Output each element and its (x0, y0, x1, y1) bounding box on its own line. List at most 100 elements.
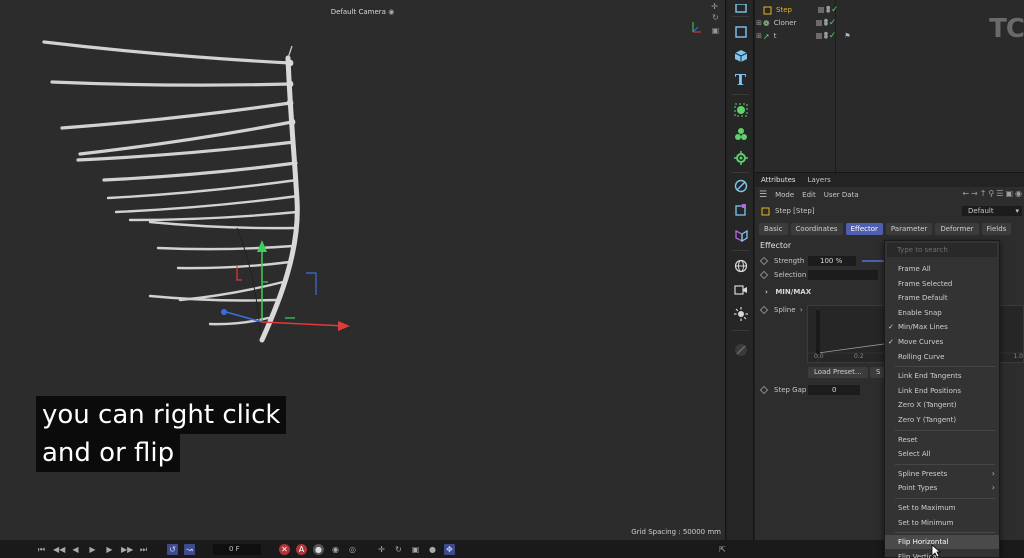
selection-field[interactable] (808, 270, 878, 280)
menu-item-min-max-lines[interactable]: Min/Max Lines ✓ (885, 320, 999, 334)
tab-coordinates[interactable]: Coordinates (790, 223, 843, 235)
lock-icon[interactable]: ▣ (1005, 189, 1013, 198)
object-row-cloner[interactable]: ⊞ ❁ Cloner ● ● ✓ (755, 17, 1024, 29)
layer-color-box[interactable] (818, 7, 824, 13)
menu-mode[interactable]: Mode (775, 191, 794, 199)
back-arrow-icon[interactable]: ← (962, 189, 969, 198)
keyframe-selection-icon[interactable]: ● (313, 543, 324, 555)
preset-dropdown[interactable]: Default ▾ (962, 206, 1022, 216)
tab-attributes[interactable]: Attributes (761, 176, 796, 184)
key-pla-icon[interactable]: ✥ (444, 543, 455, 555)
menu-item-rolling-curve[interactable]: Rolling Curve (885, 350, 999, 364)
minmax-group[interactable]: › MIN/MAX (765, 288, 811, 296)
key-rotation-icon[interactable]: ↻ (393, 544, 404, 555)
menu-item-frame-selected[interactable]: Frame Selected (885, 277, 999, 291)
key-scale-icon[interactable]: ▣ (410, 544, 421, 555)
menu-item-frame-default[interactable]: Frame Default (885, 291, 999, 305)
menu-item-set-to-minimum[interactable]: Set to Minimum (885, 516, 999, 530)
mograph-matrix-icon[interactable] (730, 100, 751, 120)
menu-item-reset[interactable]: Reset (885, 433, 999, 447)
null-object-icon[interactable] (730, 22, 751, 42)
tab-basic[interactable]: Basic (759, 223, 788, 235)
bend-deformer-icon[interactable] (730, 200, 751, 220)
effector-icon[interactable] (730, 148, 751, 168)
menu-search-input[interactable]: Type to search (887, 243, 997, 257)
filter-icon[interactable]: ☰ (996, 189, 1003, 198)
menu-item-spline-presets[interactable]: Spline Presets › (885, 467, 999, 481)
menu-user-data[interactable]: User Data (824, 191, 859, 199)
menu-item-select-all[interactable]: Select All (885, 447, 999, 461)
deformer-icon[interactable] (730, 176, 751, 196)
hamburger-menu-icon[interactable]: ☰ (759, 190, 767, 200)
menu-item-set-to-maximum[interactable]: Set to Maximum (885, 501, 999, 515)
visibility-dots-icon[interactable]: ● ● (824, 19, 828, 27)
menu-edit[interactable]: Edit (802, 191, 816, 199)
record-icon[interactable]: ✕ (279, 543, 290, 555)
current-frame-field[interactable]: 0 F (213, 543, 261, 555)
render-view-icon[interactable] (730, 340, 751, 360)
object-row-step[interactable]: Step ● ● ✓ (755, 4, 1024, 16)
new-window-icon[interactable]: ◉ (1015, 189, 1022, 198)
camera-object-icon[interactable] (730, 280, 751, 300)
menu-item-link-end-positions[interactable]: Link End Positions (885, 384, 999, 398)
prev-frame-icon[interactable]: ◀ (70, 544, 81, 555)
motion-clip-icon[interactable]: ◎ (347, 544, 358, 555)
key-options-icon[interactable]: ◉ (330, 544, 341, 555)
menu-item-point-types[interactable]: Point Types › (885, 481, 999, 495)
prev-key-icon[interactable]: ◀◀ (53, 544, 65, 555)
cloner-icon[interactable] (730, 124, 751, 144)
tab-effector[interactable]: Effector (845, 223, 883, 235)
menu-item-link-end-tangents[interactable]: Link End Tangents (885, 369, 999, 383)
environment-icon[interactable] (730, 256, 751, 276)
tab-layers[interactable]: Layers (808, 176, 831, 184)
search-icon[interactable]: ⚲ (988, 189, 994, 198)
viewport[interactable]: Default Camera ◉ ✛ ↻ ▣ you can right cli… (0, 0, 726, 540)
autokey-icon[interactable]: A (296, 543, 307, 555)
tab-parameter[interactable]: Parameter (885, 223, 933, 235)
spline-expand-icon[interactable]: › (800, 306, 803, 314)
keyframe-diamond-icon[interactable] (759, 256, 769, 266)
menu-item-flip-horizontal[interactable]: Flip Horizontal (885, 535, 999, 550)
keyframe-diamond-icon[interactable] (759, 270, 769, 280)
expand-icon[interactable]: ⊞ (755, 32, 763, 40)
timeline-corner-icon[interactable]: ⇱ (717, 544, 728, 555)
next-frame-icon[interactable]: ▶ (104, 544, 115, 555)
next-key-icon[interactable]: ▶▶ (121, 544, 133, 555)
play-icon[interactable]: ▶ (87, 544, 98, 555)
tab-fields[interactable]: Fields (981, 223, 1012, 235)
playback-rate-icon[interactable]: ↝ (184, 543, 195, 555)
menu-item-enable-snap[interactable]: Enable Snap (885, 306, 999, 320)
strength-field[interactable]: 100 % (808, 256, 856, 266)
menu-item-zero-x-tangent[interactable]: Zero X (Tangent) (885, 398, 999, 412)
cube-object-icon[interactable] (730, 46, 751, 66)
loop-icon[interactable]: ↺ (167, 543, 178, 555)
menu-item-flip-vertical[interactable]: Flip Vertical (885, 550, 999, 558)
go-to-start-icon[interactable]: ⏮ (36, 544, 47, 555)
enabled-check-icon[interactable]: ✓ (829, 19, 837, 28)
object-row-t[interactable]: ⊞ ➚ t ● ● ✓ ⚑ (755, 30, 1024, 42)
step-gap-field[interactable]: 0 (808, 385, 860, 395)
go-to-end-icon[interactable]: ⏭ (138, 544, 149, 555)
menu-item-move-curves[interactable]: Move Curves ✓ (885, 335, 999, 349)
tag-icon[interactable]: ⚑ (844, 32, 850, 40)
layer-color-box[interactable] (815, 20, 822, 26)
keyframe-diamond-icon[interactable] (759, 305, 769, 315)
key-position-icon[interactable]: ✛ (376, 544, 387, 555)
visibility-dots-icon[interactable]: ● ● (824, 32, 828, 40)
cursor-tool-icon[interactable] (730, 0, 751, 20)
expand-icon[interactable]: ⊞ (755, 19, 763, 27)
visibility-dots-icon[interactable]: ● ● (826, 6, 830, 14)
up-arrow-icon[interactable]: ↑ (980, 189, 987, 198)
layer-color-box[interactable] (815, 33, 822, 39)
keyframe-diamond-icon[interactable] (759, 385, 769, 395)
light-object-icon[interactable] (730, 304, 751, 324)
field-icon[interactable] (730, 226, 751, 246)
enabled-check-icon[interactable]: ✓ (831, 6, 839, 15)
menu-item-zero-y-tangent[interactable]: Zero Y (Tangent) (885, 413, 999, 427)
enabled-check-icon[interactable]: ✓ (829, 32, 837, 41)
menu-item-frame-all[interactable]: Frame All (885, 262, 999, 276)
text-object-icon[interactable]: T (730, 70, 751, 90)
key-param-icon[interactable]: ● (427, 544, 438, 555)
tab-deformer[interactable]: Deformer (935, 223, 979, 235)
load-preset-button[interactable]: Load Preset... (808, 367, 868, 378)
